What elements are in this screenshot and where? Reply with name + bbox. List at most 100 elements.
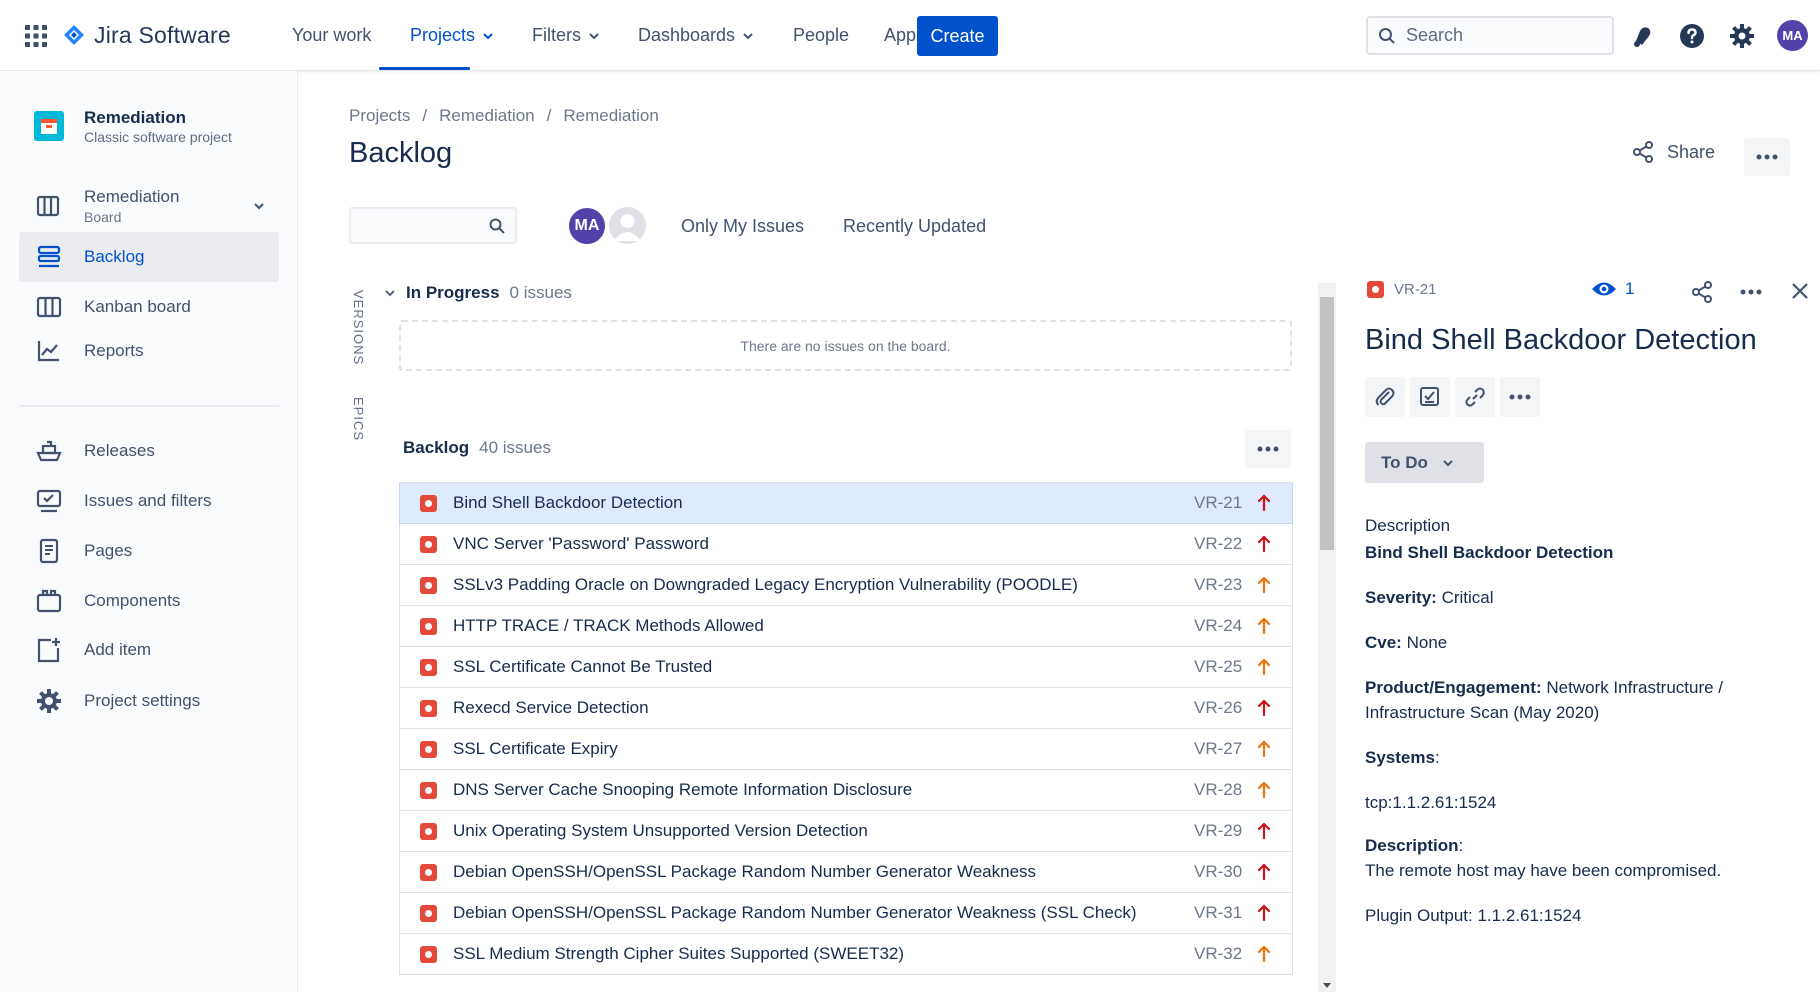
issue-key[interactable]: VR-28 — [1194, 780, 1242, 800]
sidebar-item-kanban-board[interactable]: Kanban board — [19, 282, 279, 332]
priority-high-arrow-icon — [1257, 740, 1271, 758]
backlog-issue-count: 40 issues — [479, 438, 551, 457]
create-button[interactable]: Create — [917, 16, 998, 56]
share-icon[interactable] — [1690, 280, 1714, 304]
page-more-actions-button[interactable] — [1744, 138, 1790, 176]
epics-tab[interactable]: EPICS — [351, 397, 366, 441]
breadcrumb-board[interactable]: Remediation — [563, 106, 658, 126]
scrollbar-thumb[interactable] — [1320, 297, 1334, 550]
sidebar-item-label: Project settings — [84, 691, 201, 710]
issue-key[interactable]: VR-30 — [1194, 862, 1242, 882]
breadcrumb-projects[interactable]: Projects — [349, 106, 410, 126]
unassigned-filter-avatar[interactable] — [607, 205, 648, 246]
priority-high-arrow-icon — [1257, 617, 1271, 635]
issue-key[interactable]: VR-27 — [1194, 739, 1242, 759]
issue-row[interactable]: DNS Server Cache Snooping Remote Informa… — [399, 770, 1293, 811]
sidebar-item-releases[interactable]: Releases — [19, 426, 279, 476]
issue-row[interactable]: Unix Operating System Unsupported Versio… — [399, 811, 1293, 852]
sidebar-item-label: Backlog — [84, 247, 145, 266]
issue-key[interactable]: VR-21 — [1194, 493, 1242, 513]
issue-row[interactable]: Debian OpenSSH/OpenSSL Package Random Nu… — [399, 852, 1293, 893]
app-switcher-icon[interactable] — [25, 25, 47, 47]
project-sidebar: Remediation Classic software project Rem… — [0, 71, 298, 992]
sidebar-item-issues-and-filters[interactable]: Issues and filters — [19, 476, 279, 526]
board-name: Remediation — [84, 187, 180, 206]
issue-row[interactable]: SSLv3 Padding Oracle on Downgraded Legac… — [399, 565, 1293, 606]
close-icon[interactable] — [1790, 281, 1810, 301]
systems-colon: : — [1434, 748, 1440, 767]
settings-gear-icon[interactable] — [1729, 23, 1755, 49]
issue-key-link[interactable]: VR-21 — [1394, 281, 1437, 298]
nav-your-work[interactable]: Your work — [292, 25, 371, 46]
more-tools-button[interactable] — [1500, 377, 1540, 417]
share-button[interactable]: Share — [1631, 140, 1715, 164]
issue-key[interactable]: VR-26 — [1194, 698, 1242, 718]
quick-filter-only-my-issues[interactable]: Only My Issues — [681, 216, 804, 237]
bug-issue-type-icon — [420, 904, 437, 922]
assignee-filter-avatar[interactable]: MA — [567, 206, 607, 246]
issue-key[interactable]: VR-32 — [1194, 944, 1242, 964]
issue-key[interactable]: VR-23 — [1194, 575, 1242, 595]
nav-projects[interactable]: Projects — [410, 25, 495, 46]
issue-key[interactable]: VR-25 — [1194, 657, 1242, 677]
help-icon[interactable] — [1679, 23, 1705, 49]
breadcrumb-project[interactable]: Remediation — [439, 106, 534, 126]
backlog-more-actions-button[interactable] — [1245, 430, 1291, 468]
sidebar-item-components[interactable]: Components — [19, 576, 279, 626]
issue-row[interactable]: VNC Server 'Password' Password VR-22 — [399, 524, 1293, 565]
bug-issue-type-icon — [420, 863, 437, 881]
backlog-scrollbar[interactable] — [1318, 283, 1336, 992]
sidebar-item-project-settings[interactable]: Project settings — [19, 676, 279, 726]
description-2-value: The remote host may have been compromise… — [1365, 861, 1722, 880]
issue-key[interactable]: VR-31 — [1194, 903, 1242, 923]
issue-key[interactable]: VR-29 — [1194, 821, 1242, 841]
backlog-search-input[interactable] — [349, 207, 517, 244]
priority-high-arrow-icon — [1257, 781, 1271, 799]
sidebar-item-reports[interactable]: Reports — [19, 326, 279, 376]
issue-row[interactable]: HTTP TRACE / TRACK Methods Allowed VR-24 — [399, 606, 1293, 647]
sidebar-item-pages[interactable]: Pages — [19, 526, 279, 576]
scroll-down-arrow-icon[interactable] — [1322, 982, 1332, 990]
sidebar-item-label: Releases — [84, 441, 155, 460]
attach-button[interactable] — [1365, 377, 1405, 417]
issue-row[interactable]: Debian OpenSSH/OpenSSL Package Random Nu… — [399, 893, 1293, 934]
notifications-icon[interactable] — [1630, 23, 1656, 49]
search-input[interactable]: Search — [1366, 16, 1614, 55]
nav-filters[interactable]: Filters — [532, 25, 601, 46]
jira-logo-icon[interactable] — [63, 24, 85, 46]
issue-summary: SSL Certificate Expiry — [453, 739, 618, 758]
issue-row[interactable]: SSL Certificate Expiry VR-27 — [399, 729, 1293, 770]
bug-issue-type-icon — [420, 658, 437, 676]
chevron-down-icon — [1443, 459, 1453, 466]
versions-tab[interactable]: VERSIONS — [351, 290, 366, 365]
project-type: Classic software project — [84, 129, 232, 145]
quick-filter-recently-updated[interactable]: Recently Updated — [843, 216, 986, 237]
issue-row[interactable]: SSL Certificate Cannot Be Trusted VR-25 — [399, 647, 1293, 688]
status-dropdown[interactable]: To Do — [1365, 442, 1484, 483]
product-name[interactable]: Jira Software — [94, 22, 231, 49]
sidebar-item-label: Kanban board — [84, 297, 191, 316]
nav-dashboards[interactable]: Dashboards — [638, 25, 755, 46]
in-progress-sprint-header[interactable]: In Progress 0 issues — [384, 283, 572, 303]
sidebar-item-add-item[interactable]: Add item — [19, 625, 279, 675]
bug-issue-type-icon — [420, 740, 437, 758]
more-horizontal-icon[interactable] — [1740, 289, 1762, 295]
issue-row[interactable]: SSL Medium Strength Cipher Suites Suppor… — [399, 934, 1293, 975]
nav-people[interactable]: People — [793, 25, 849, 46]
breadcrumb-separator: / — [422, 106, 428, 125]
project-name[interactable]: Remediation — [84, 108, 186, 128]
sidebar-item-backlog[interactable]: Backlog — [19, 232, 279, 282]
project-avatar[interactable] — [34, 111, 64, 141]
watch-button[interactable]: 1 — [1591, 279, 1634, 299]
issue-row[interactable]: Bind Shell Backdoor Detection VR-21 — [399, 483, 1293, 524]
description-heading: Bind Shell Backdoor Detection — [1365, 543, 1614, 562]
link-issue-button[interactable] — [1455, 377, 1495, 417]
issue-key[interactable]: VR-24 — [1194, 616, 1242, 636]
issue-title[interactable]: Bind Shell Backdoor Detection — [1365, 324, 1757, 357]
issue-row[interactable]: Rexecd Service Detection VR-26 — [399, 688, 1293, 729]
issue-key[interactable]: VR-22 — [1194, 534, 1242, 554]
empty-sprint-dropzone[interactable]: There are no issues on the board. — [399, 320, 1292, 371]
releases-ship-icon — [36, 440, 62, 462]
create-subtask-button[interactable] — [1410, 377, 1450, 417]
user-avatar[interactable]: MA — [1777, 20, 1808, 51]
